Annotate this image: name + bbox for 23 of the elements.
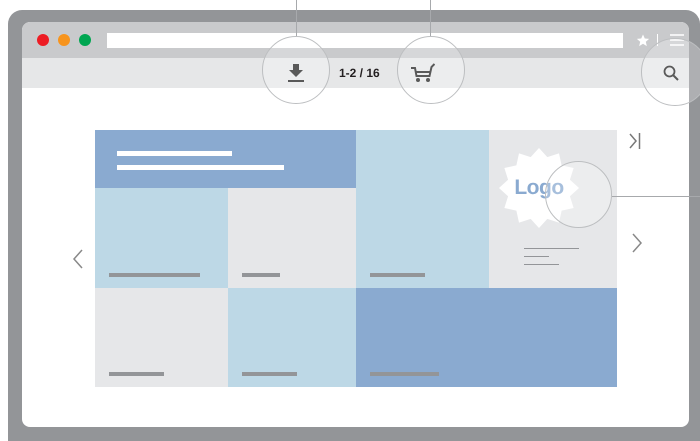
window-control-dot[interactable] bbox=[37, 34, 49, 46]
placeholder-line bbox=[524, 248, 579, 249]
chevron-left-icon[interactable] bbox=[72, 248, 82, 268]
placeholder-bar bbox=[109, 372, 164, 376]
magnifier-circle bbox=[641, 38, 700, 106]
skip-to-end-icon[interactable] bbox=[629, 133, 641, 149]
placeholder-line bbox=[524, 264, 559, 265]
leader-line bbox=[430, 0, 431, 36]
chevron-right-icon[interactable] bbox=[632, 233, 642, 253]
search-icon[interactable] bbox=[663, 65, 679, 81]
placeholder-bar bbox=[370, 273, 425, 277]
placeholder-bar bbox=[242, 372, 297, 376]
page-count: 1-2 / 16 bbox=[339, 66, 380, 80]
download-icon[interactable] bbox=[288, 64, 304, 82]
placeholder-bar bbox=[370, 372, 439, 376]
cart-icon[interactable] bbox=[410, 63, 435, 83]
placeholder-line bbox=[524, 256, 549, 257]
menu-icon[interactable] bbox=[670, 34, 684, 46]
star-icon[interactable] bbox=[636, 34, 650, 46]
leader-line bbox=[296, 0, 297, 36]
window-control-dot[interactable] bbox=[58, 34, 70, 46]
window-control-dot[interactable] bbox=[79, 34, 91, 46]
placeholder-bar bbox=[242, 273, 280, 277]
